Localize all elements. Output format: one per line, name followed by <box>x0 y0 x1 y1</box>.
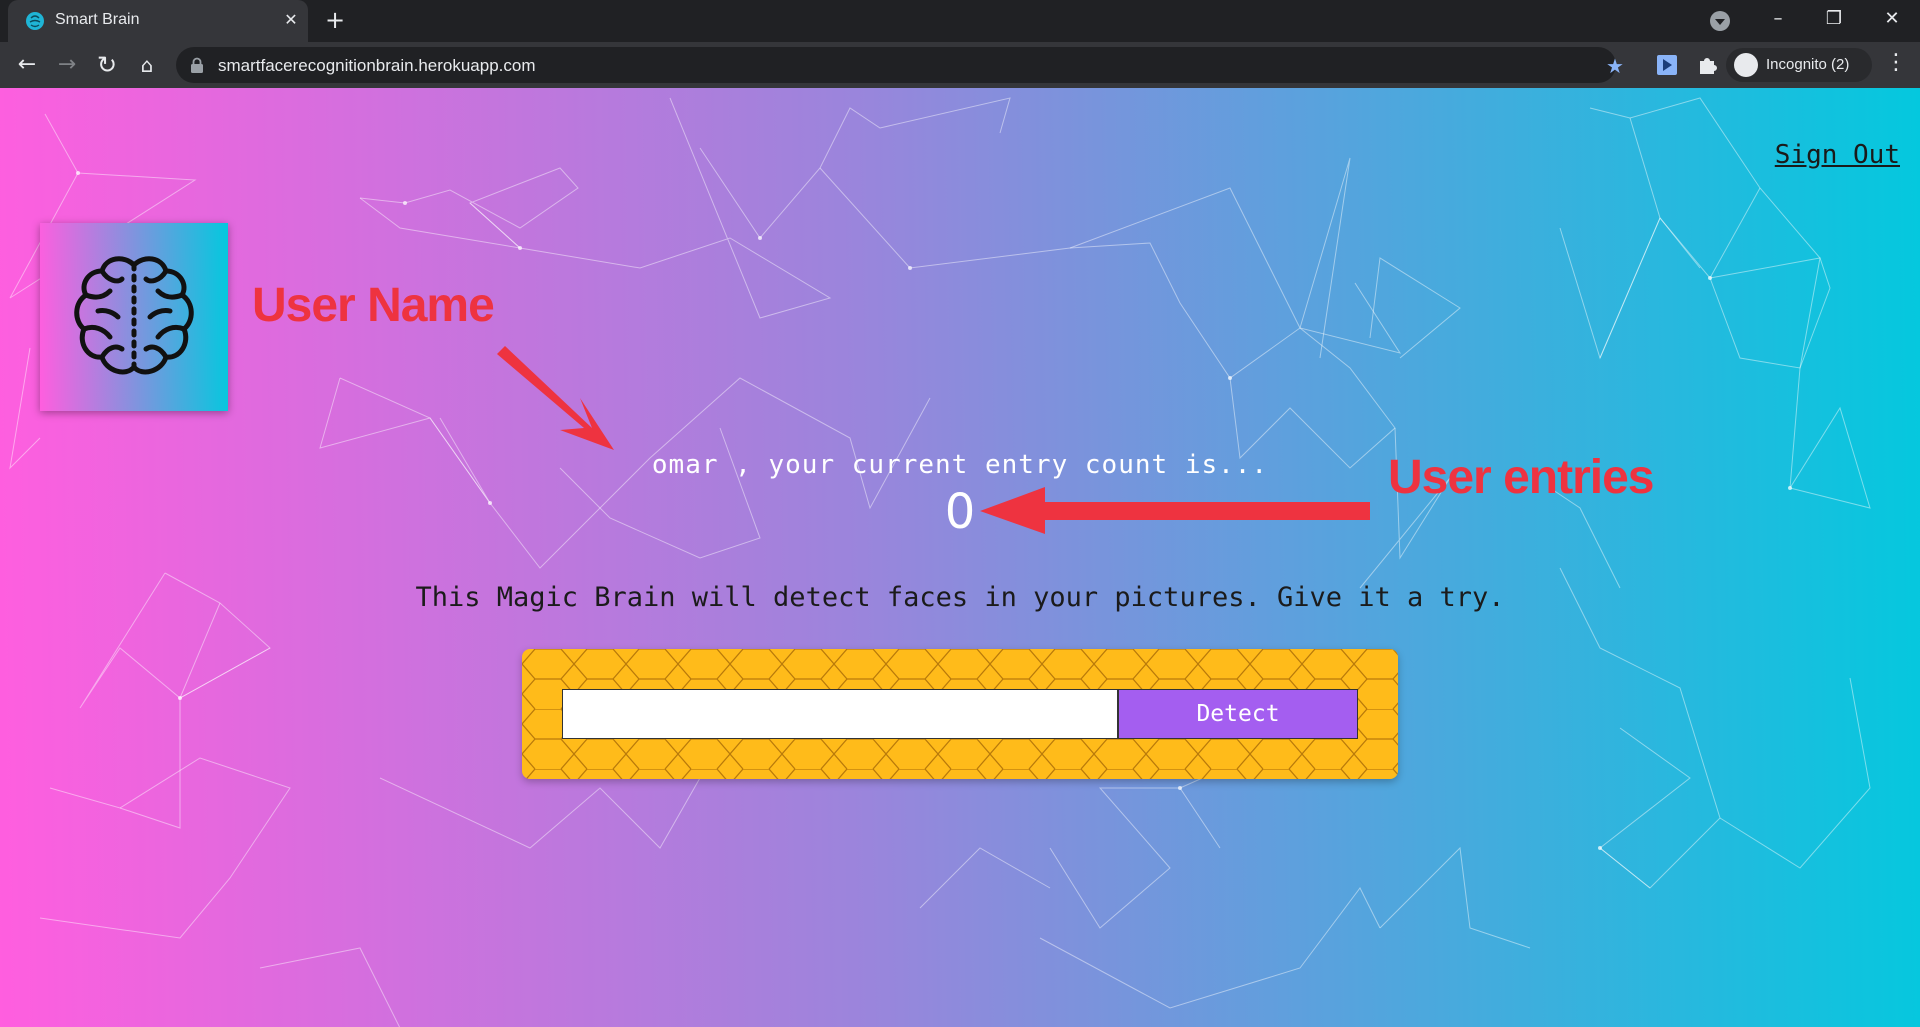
tab-close-icon[interactable]: ✕ <box>280 9 302 31</box>
forward-icon[interactable]: → <box>52 50 82 80</box>
tab-search-icon[interactable] <box>1710 11 1730 31</box>
extension-icon[interactable] <box>1656 54 1678 76</box>
incognito-icon <box>1734 53 1758 77</box>
url-text[interactable]: smartfacerecognitionbrain.herokuapp.com <box>218 56 536 76</box>
reload-icon[interactable]: ↻ <box>92 50 122 80</box>
star-icon[interactable]: ★ <box>1606 54 1624 78</box>
image-url-form: Detect <box>522 649 1398 779</box>
new-tab-icon[interactable]: + <box>322 8 348 34</box>
lock-icon <box>191 57 203 73</box>
tab-strip: Smart Brain ✕ + – ❐ ✕ <box>0 0 1920 42</box>
app-page: Sign Out omar , your current entry count… <box>0 88 1920 1027</box>
browser-tab[interactable]: Smart Brain ✕ <box>8 0 308 42</box>
particle-network-background <box>9 97 1871 1027</box>
extensions-icon[interactable] <box>1696 54 1718 76</box>
restore-icon[interactable]: ❐ <box>1806 0 1862 42</box>
intro-text: This Magic Brain will detect faces in yo… <box>415 582 1505 613</box>
browser-menu-icon[interactable]: ⋮ <box>1885 50 1907 75</box>
detect-button[interactable]: Detect <box>1118 689 1358 739</box>
app-logo <box>40 223 228 411</box>
brain-favicon-icon <box>26 12 44 30</box>
back-icon[interactable]: ← <box>12 50 42 80</box>
user-entries-annotation-label: User entries <box>1388 451 1654 504</box>
minimize-icon[interactable]: – <box>1750 0 1806 42</box>
close-window-icon[interactable]: ✕ <box>1864 0 1920 42</box>
tab-title: Smart Brain <box>55 11 140 28</box>
user-name-annotation-label: User Name <box>252 279 495 332</box>
home-icon[interactable]: ⌂ <box>132 50 162 80</box>
image-url-input[interactable] <box>562 689 1118 739</box>
browser-toolbar: ← → ↻ ⌂ smartfacerecognitionbrain.heroku… <box>0 42 1920 88</box>
incognito-profile-button[interactable]: Incognito (2) <box>1726 48 1872 82</box>
sign-out-link[interactable]: Sign Out <box>1775 140 1900 170</box>
address-bar[interactable]: smartfacerecognitionbrain.herokuapp.com … <box>176 47 1624 83</box>
incognito-label: Incognito (2) <box>1766 56 1850 73</box>
brain-icon <box>74 256 194 375</box>
